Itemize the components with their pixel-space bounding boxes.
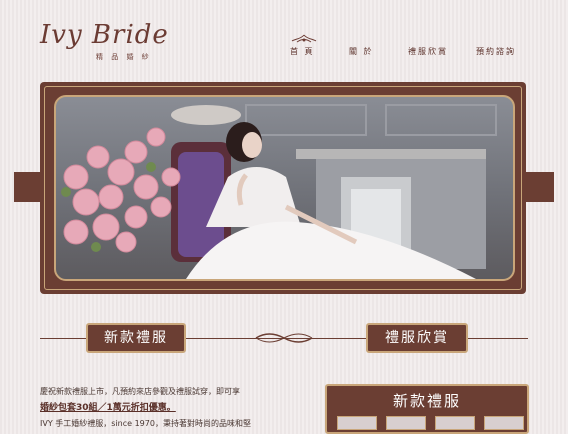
ornament-icon [291, 34, 317, 43]
nav-about[interactable]: 關 於 [349, 46, 374, 57]
gown-thumbnail[interactable] [435, 416, 475, 430]
nav-gallery[interactable]: 禮服欣賞 [408, 46, 448, 57]
gallery-header[interactable]: 禮服欣賞 [366, 323, 468, 353]
footer-line: IVY 手工婚紗禮服，since 1970，秉持著對時尚的品味和堅 [40, 419, 251, 428]
gown-thumbnail[interactable] [337, 416, 377, 430]
hero-illustration [61, 104, 497, 279]
gown-thumbnail[interactable] [386, 416, 426, 430]
flourish-icon [255, 333, 313, 343]
hero-photo [54, 95, 515, 281]
logo-subtitle: 精 品 婚 紗 [96, 53, 152, 61]
new-gowns-header[interactable]: 新款禮服 [86, 323, 186, 353]
promo-link[interactable]: 婚紗包套30組／1萬元折扣優惠。 [40, 400, 176, 413]
banner-right-tab [524, 172, 554, 202]
logo-script[interactable]: Ivy Bride [40, 20, 169, 50]
nav-booking[interactable]: 預約諮詢 [476, 46, 516, 57]
gown-thumbnail[interactable] [484, 416, 524, 430]
new-gowns-panel-title: 新款禮服 [392, 392, 461, 410]
nav-home[interactable]: 首 頁 [290, 46, 315, 57]
intro-text: 慶祝新款禮服上市，凡預約來店參觀及禮服試穿，即可享 [40, 387, 240, 396]
